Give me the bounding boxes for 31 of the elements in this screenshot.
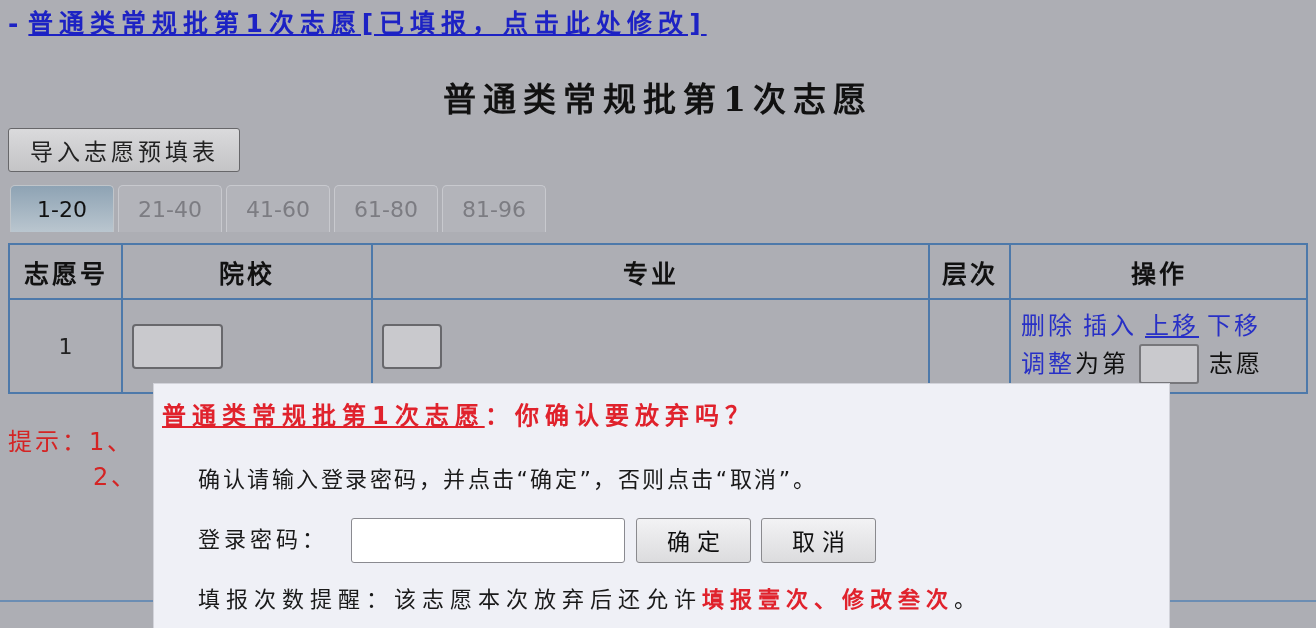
- rank-field[interactable]: [1139, 344, 1199, 384]
- rank-suffix: 志愿: [1209, 349, 1263, 379]
- column-header: 院校: [122, 244, 372, 299]
- batch-link[interactable]: 普通类常规批第1次志愿: [162, 402, 485, 430]
- reminder-text: 填报次数提醒：该志愿本次放弃后还允许填报壹次、修改叁次。: [198, 586, 982, 614]
- confirm-button[interactable]: 确 定: [636, 517, 751, 563]
- column-header: 专业: [372, 244, 929, 299]
- hint-text: 2、: [93, 463, 139, 491]
- dialog-message: 确认请输入登录密码，并点击“确定”，否则点击“取消”。: [198, 466, 818, 494]
- password-label: 登录密码：: [198, 526, 328, 554]
- action-link[interactable]: 上移: [1145, 311, 1199, 341]
- password-field[interactable]: [351, 517, 625, 563]
- cancel-button[interactable]: 取 消: [761, 517, 876, 563]
- dialog-title: 普通类常规批第1次志愿：你确认要放弃吗？: [162, 401, 755, 431]
- action-link[interactable]: 插入: [1083, 311, 1137, 341]
- column-header: 操作: [1010, 244, 1307, 299]
- major-field[interactable]: [382, 323, 442, 369]
- page-title: 普通类常规批第1次志愿: [443, 79, 873, 121]
- column-header: 层次: [929, 244, 1010, 299]
- dash-marker: -: [8, 8, 19, 40]
- action-link[interactable]: 下移: [1207, 311, 1261, 341]
- adjust-link[interactable]: 调整: [1021, 349, 1075, 379]
- action-link[interactable]: 删除: [1021, 311, 1075, 341]
- table-cell: 1: [9, 299, 122, 393]
- hint-text: 提示：1、: [8, 428, 135, 456]
- tab[interactable]: 1-20: [10, 185, 114, 232]
- import-button[interactable]: 导入志愿预填表: [8, 128, 240, 172]
- rank-label: 为第: [1075, 349, 1129, 379]
- school-field[interactable]: [132, 323, 223, 369]
- header-link[interactable]: 普通类常规批第1次志愿[已填报，点击此处修改]: [28, 5, 707, 43]
- column-header: 志愿号: [9, 244, 122, 299]
